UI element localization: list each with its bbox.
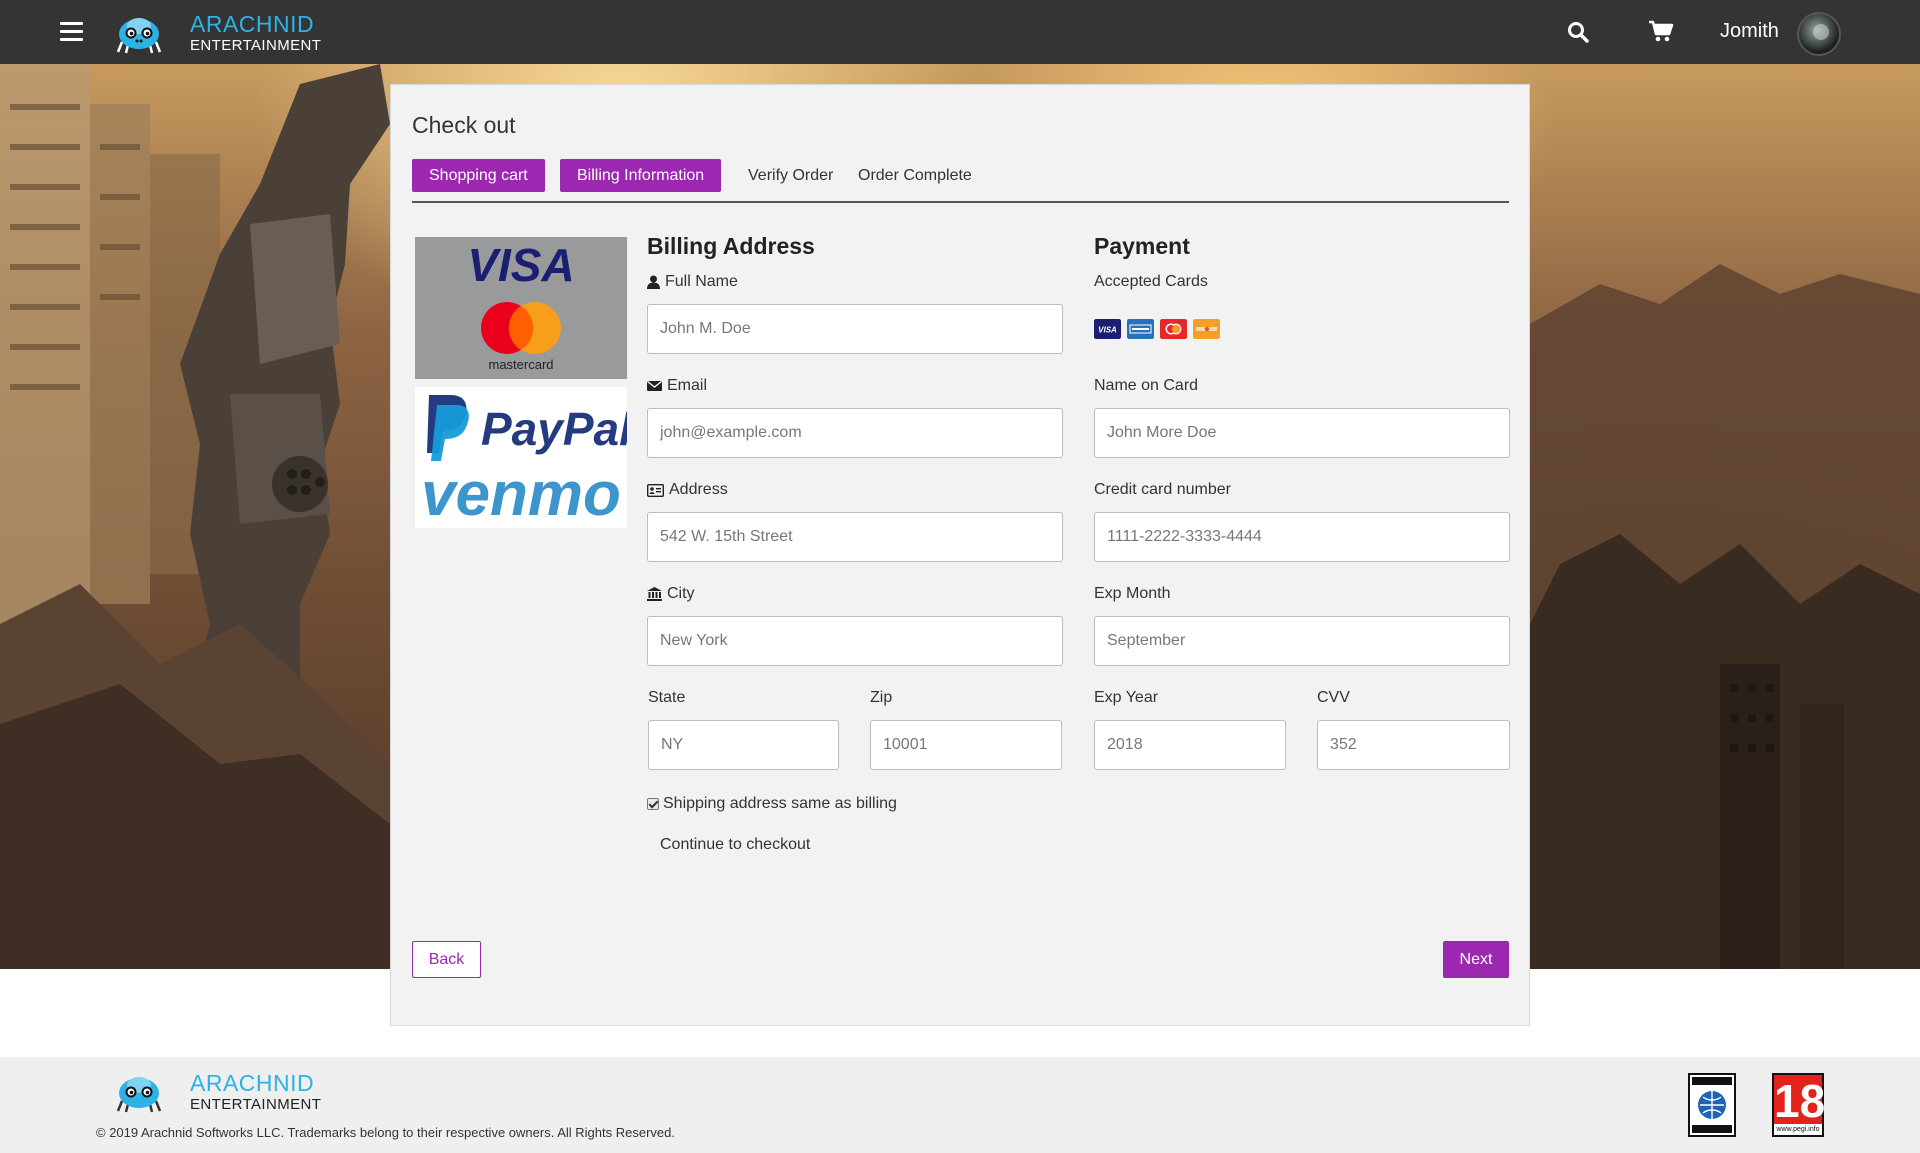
name-on-card-label: Name on Card bbox=[1094, 377, 1199, 394]
card-number-input[interactable] bbox=[1094, 512, 1510, 562]
footer-brand-logo[interactable]: ARACHNID ENTERTAINMENT bbox=[116, 1071, 321, 1113]
page-title: Check out bbox=[412, 112, 516, 138]
brand-subtitle: ENTERTAINMENT bbox=[190, 37, 322, 54]
city-label: City bbox=[647, 585, 695, 603]
step-shopping-cart[interactable]: Shopping cart bbox=[412, 159, 545, 192]
envelope-icon bbox=[647, 380, 662, 391]
visa-icon: VISA bbox=[1094, 319, 1121, 339]
footer-brand-name: ARACHNID bbox=[190, 1070, 315, 1096]
full-name-label-text: Full Name bbox=[665, 273, 738, 290]
step-order-complete[interactable]: Order Complete bbox=[841, 159, 989, 192]
zip-input[interactable] bbox=[870, 720, 1062, 770]
checkout-steps: Shopping cart Billing Information Verify… bbox=[412, 159, 1509, 203]
pegi-rating-number: 18 bbox=[1774, 1075, 1826, 1127]
exp-month-input[interactable] bbox=[1094, 616, 1510, 666]
shipping-same-label[interactable]: Shipping address same as billing bbox=[663, 795, 897, 813]
accepted-cards-icons: VISA bbox=[1094, 319, 1220, 339]
cart-icon[interactable] bbox=[1648, 19, 1674, 43]
menu-icon[interactable] bbox=[60, 22, 83, 42]
shipping-same-row: Shipping address same as billing bbox=[647, 795, 897, 813]
email-label: Email bbox=[647, 377, 707, 395]
pegi-url: www.pegi.info bbox=[1774, 1124, 1822, 1135]
address-input[interactable] bbox=[647, 512, 1063, 562]
spider-logo-icon bbox=[116, 18, 162, 54]
username[interactable]: Jomith bbox=[1720, 20, 1779, 43]
cvv-label: CVV bbox=[1317, 689, 1350, 706]
state-label: State bbox=[648, 689, 686, 706]
zip-label: Zip bbox=[870, 689, 893, 706]
payment-heading: Payment bbox=[1094, 233, 1190, 259]
svg-text:VISA: VISA bbox=[1098, 326, 1117, 335]
address-card-icon bbox=[647, 483, 664, 497]
checkout-panel: Check out Shopping cart Billing Informat… bbox=[390, 84, 1530, 1026]
spider-logo-icon bbox=[116, 1077, 162, 1113]
visa-logo-text: VISA bbox=[467, 239, 574, 291]
footer-brand-subtitle: ENTERTAINMENT bbox=[190, 1096, 322, 1113]
esrb-privacy-badge-icon bbox=[1688, 1073, 1736, 1137]
cvv-input[interactable] bbox=[1317, 720, 1510, 770]
footer: ARACHNID ENTERTAINMENT © 2019 Arachnid S… bbox=[0, 1057, 1920, 1153]
exp-month-label: Exp Month bbox=[1094, 585, 1171, 602]
state-input[interactable] bbox=[648, 720, 839, 770]
brand-name: ARACHNID bbox=[190, 11, 315, 37]
paypal-logo-text: PayPal bbox=[481, 403, 627, 455]
step-billing-information[interactable]: Billing Information bbox=[560, 159, 722, 192]
city-input[interactable] bbox=[647, 616, 1063, 666]
address-label-text: Address bbox=[669, 481, 728, 498]
address-label: Address bbox=[647, 481, 728, 499]
brand-logo[interactable]: ARACHNID ENTERTAINMENT bbox=[116, 10, 321, 56]
top-navbar: ARACHNID ENTERTAINMENT Jomith bbox=[0, 0, 1920, 64]
exp-year-input[interactable] bbox=[1094, 720, 1286, 770]
avatar[interactable] bbox=[1797, 12, 1841, 56]
search-icon[interactable] bbox=[1566, 20, 1590, 44]
next-button[interactable]: Next bbox=[1443, 941, 1509, 978]
full-name-label: Full Name bbox=[647, 273, 738, 291]
mastercard-logo-text: mastercard bbox=[488, 357, 553, 372]
venmo-logo-text: venmo bbox=[421, 460, 621, 528]
email-label-text: Email bbox=[667, 377, 708, 394]
shipping-same-checkbox[interactable] bbox=[647, 798, 659, 810]
billing-address-heading: Billing Address bbox=[647, 233, 815, 259]
amex-icon bbox=[1127, 319, 1154, 339]
name-on-card-input[interactable] bbox=[1094, 408, 1510, 458]
city-label-text: City bbox=[667, 585, 695, 602]
back-button[interactable]: Back bbox=[412, 941, 481, 978]
visa-mastercard-logo: VISA mastercard bbox=[415, 237, 627, 379]
institution-icon bbox=[647, 587, 662, 601]
accepted-cards-label: Accepted Cards bbox=[1094, 273, 1208, 290]
paypal-venmo-logo: PayPal venmo bbox=[415, 387, 633, 529]
mastercard-icon bbox=[1160, 319, 1187, 339]
step-verify-order[interactable]: Verify Order bbox=[731, 159, 850, 192]
email-input[interactable] bbox=[647, 408, 1063, 458]
exp-year-label: Exp Year bbox=[1094, 689, 1159, 706]
copyright-text: © 2019 Arachnid Softworks LLC. Trademark… bbox=[96, 1125, 675, 1140]
discover-icon bbox=[1193, 319, 1220, 339]
payment-logos: VISA mastercard PayPal venmo bbox=[415, 237, 633, 529]
pegi-rating-badge: 18 www.pegi.info bbox=[1772, 1073, 1826, 1137]
card-number-label: Credit card number bbox=[1094, 481, 1231, 498]
user-icon bbox=[647, 275, 660, 289]
full-name-input[interactable] bbox=[647, 304, 1063, 354]
continue-to-checkout-button[interactable]: Continue to checkout bbox=[660, 836, 810, 854]
